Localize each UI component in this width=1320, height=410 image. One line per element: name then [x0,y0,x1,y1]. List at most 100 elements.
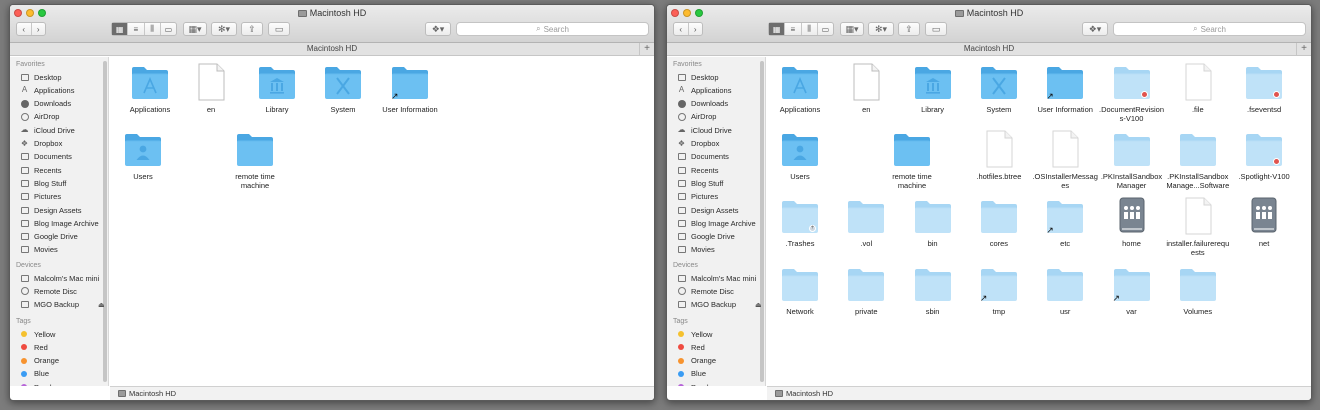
sidebar-item[interactable]: Movies [677,244,715,256]
back-button[interactable]: ‹ [674,23,689,35]
file-item[interactable]: .Spotlight-V100 [1231,130,1297,181]
file-item[interactable]: Users [767,130,833,181]
sidebar-tag[interactable]: Red [20,341,48,353]
sidebar-item[interactable]: Downloads [677,98,728,110]
file-item[interactable]: .PKInstallSandboxManager [1099,130,1165,190]
sidebar-item[interactable]: ❖ Dropbox [20,138,62,150]
sidebar-tag[interactable]: Purple [677,381,713,386]
file-item[interactable]: ↗ User Information [1032,63,1098,114]
sidebar-item[interactable]: Documents [677,151,729,163]
sidebar-item[interactable]: MGO Backup ⏏ [677,299,762,311]
back-button[interactable]: ‹ [17,23,32,35]
sidebar-tag[interactable]: Red [677,341,705,353]
sidebar-item[interactable]: Recents [20,164,62,176]
icon-view-button[interactable]: ▦ [769,23,786,35]
sidebar-item[interactable]: AirDrop [20,111,59,123]
arrange-button[interactable]: ▦▾ [840,22,864,36]
file-item[interactable]: ↗ tmp [966,265,1032,316]
icon-view-button[interactable]: ▦ [112,23,129,35]
sidebar-tag[interactable]: Purple [20,381,56,386]
list-view-button[interactable]: ≡ [128,23,145,35]
file-item[interactable]: remote time machine [222,130,288,190]
file-item[interactable]: usr [1032,265,1098,316]
sidebar-item[interactable]: Downloads [20,98,71,110]
sidebar-item[interactable]: Design Assets [20,204,82,216]
new-tab-button[interactable]: + [639,43,654,56]
file-item[interactable]: installer.failurerequests [1165,197,1231,257]
sidebar-scrollbar[interactable] [103,61,107,382]
file-item[interactable]: private [833,265,899,316]
file-item[interactable]: sbin [900,265,966,316]
sidebar-item[interactable]: Malcolm's Mac mini [20,272,99,284]
sidebar-item[interactable]: A Applications [677,84,732,96]
new-tab-button[interactable]: + [1296,43,1311,56]
file-item[interactable]: net [1231,197,1297,248]
sidebar-item[interactable]: AirDrop [677,111,716,123]
sidebar-item[interactable]: MGO Backup ⏏ [20,299,105,311]
gallery-view-button[interactable]: ▭ [161,23,176,35]
forward-button[interactable]: › [32,23,46,35]
file-item[interactable]: System [310,63,376,114]
tab-title[interactable]: Macintosh HD [307,44,357,53]
file-item[interactable]: home [1099,197,1165,248]
tags-button[interactable]: ▭ [268,22,290,36]
gallery-view-button[interactable]: ▭ [818,23,833,35]
file-item[interactable]: .DocumentRevisions-V100 [1099,63,1165,123]
sidebar-item[interactable]: Documents [20,151,72,163]
file-item[interactable]: ↗ var [1099,265,1165,316]
column-view-button[interactable]: ⫼ [145,23,161,35]
tags-button[interactable]: ▭ [925,22,947,36]
search-field[interactable]: ⌕ Search [1113,22,1306,36]
sidebar-item[interactable]: Design Assets [677,204,739,216]
sidebar-item[interactable]: Blog Image Archive [677,217,756,229]
sidebar-item[interactable]: ☁ iCloud Drive [20,124,75,136]
file-item[interactable]: Applications [767,63,833,114]
sidebar-tag[interactable]: Orange [677,355,716,367]
sidebar-item[interactable]: Movies [20,244,58,256]
sidebar-tag[interactable]: Yellow [20,328,55,340]
file-item[interactable]: en [178,63,244,114]
list-view-button[interactable]: ≡ [785,23,802,35]
file-item[interactable]: .PKInstallSandboxManage...Software [1165,130,1231,190]
sidebar-tag[interactable]: Blue [677,368,706,380]
sidebar-item[interactable]: ☁ iCloud Drive [677,124,732,136]
sidebar-tag[interactable]: Blue [20,368,49,380]
eject-icon[interactable]: ⏏ [755,301,762,309]
status-path-label[interactable]: Macintosh HD [129,389,176,398]
search-field[interactable]: ⌕ Search [456,22,649,36]
dropbox-button[interactable]: ❖▾ [1082,22,1108,36]
sidebar-item[interactable]: A Applications [20,84,75,96]
file-item[interactable]: .fseventsd [1231,63,1297,114]
file-item[interactable]: cores [966,197,1032,248]
tab-title[interactable]: Macintosh HD [964,44,1014,53]
sidebar-item[interactable]: Remote Disc [677,285,734,297]
file-item[interactable]: Users [110,130,176,181]
file-item[interactable]: en [833,63,899,114]
file-item[interactable]: Library [900,63,966,114]
sidebar-tag[interactable]: Yellow [677,328,712,340]
eject-icon[interactable]: ⏏ [98,301,105,309]
file-item[interactable]: Volumes [1165,265,1231,316]
sidebar-item[interactable]: ❖ Dropbox [677,138,719,150]
column-view-button[interactable]: ⫼ [802,23,818,35]
sidebar-item[interactable]: Desktop [677,71,719,83]
file-item[interactable]: .hotfiles.btree [966,130,1032,181]
file-item[interactable]: System [966,63,1032,114]
sidebar-item[interactable]: Malcolm's Mac mini [677,272,756,284]
sidebar-item[interactable]: Blog Image Archive [20,217,99,229]
arrange-button[interactable]: ▦▾ [183,22,207,36]
sidebar-item[interactable]: Pictures [20,191,61,203]
action-gear-button[interactable]: ✻▾ [868,22,894,36]
status-path-label[interactable]: Macintosh HD [786,389,833,398]
file-item[interactable]: .file [1165,63,1231,114]
share-button[interactable]: ⇪ [898,22,920,36]
sidebar-item[interactable]: Google Drive [20,231,78,243]
dropbox-button[interactable]: ❖▾ [425,22,451,36]
share-button[interactable]: ⇪ [241,22,263,36]
sidebar-item[interactable]: Remote Disc [20,285,77,297]
action-gear-button[interactable]: ✻▾ [211,22,237,36]
file-item[interactable]: ↗ User Information [377,63,443,114]
sidebar-scrollbar[interactable] [760,61,764,382]
sidebar-item[interactable]: Blog Stuff [20,177,66,189]
sidebar-item[interactable]: Google Drive [677,231,735,243]
